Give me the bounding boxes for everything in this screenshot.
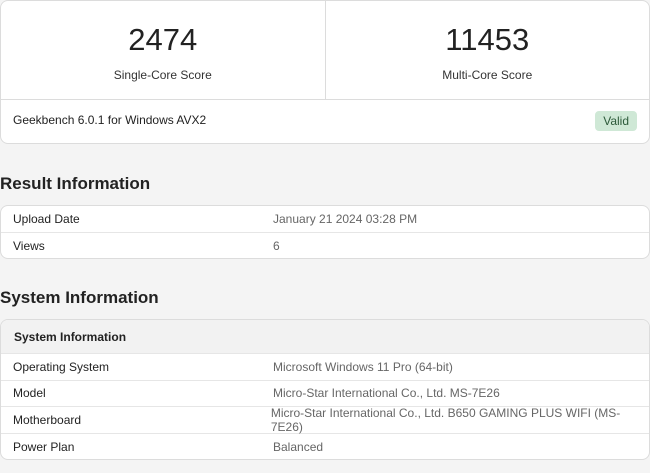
- multi-core-value: 11453: [445, 22, 530, 57]
- row-value: January 21 2024 03:28 PM: [273, 211, 418, 226]
- row-key: Upload Date: [13, 211, 80, 226]
- row-value: Microsoft Windows 11 Pro (64-bit): [273, 359, 453, 374]
- row-key: Views: [13, 238, 45, 253]
- row-value: 6: [273, 238, 280, 253]
- row-key: Motherboard: [13, 412, 82, 427]
- version-text: Geekbench 6.0.1 for Windows AVX2: [13, 113, 207, 127]
- row-value: Micro-Star International Co., Ltd. MS-7E…: [273, 386, 500, 401]
- system-information-table: System Information Operating System Micr…: [0, 319, 650, 460]
- table-row: Operating System Microsoft Windows 11 Pr…: [1, 354, 649, 381]
- table-row: Upload Date January 21 2024 03:28 PM: [1, 206, 649, 233]
- multi-core-score: 11453 Multi-Core Score: [324, 1, 650, 99]
- row-key: Operating System: [13, 359, 110, 374]
- multi-core-label: Multi-Core Score: [442, 68, 533, 82]
- score-card: 2474 Single-Core Score 11453 Multi-Core …: [0, 0, 650, 144]
- version-row: Geekbench 6.0.1 for Windows AVX2 Valid: [1, 100, 649, 143]
- table-row: Motherboard Micro-Star International Co.…: [1, 405, 649, 434]
- result-information-title: Result Information: [0, 174, 151, 193]
- row-value: Balanced: [273, 439, 324, 454]
- table-row: Power Plan Balanced: [1, 434, 649, 460]
- table-header: System Information: [1, 320, 649, 354]
- score-row: 2474 Single-Core Score 11453 Multi-Core …: [1, 1, 649, 100]
- single-core-value: 2474: [128, 22, 198, 57]
- system-information-title: System Information: [0, 288, 159, 307]
- valid-badge: Valid: [595, 111, 637, 131]
- single-core-label: Single-Core Score: [113, 68, 212, 82]
- table-row: Model Micro-Star International Co., Ltd.…: [1, 381, 649, 407]
- row-value: Micro-Star International Co., Ltd. B650 …: [270, 405, 621, 434]
- single-core-score: 2474 Single-Core Score: [1, 1, 325, 99]
- row-key: Model: [13, 386, 46, 401]
- result-information-table: Upload Date January 21 2024 03:28 PM Vie…: [0, 205, 650, 259]
- table-row: Views 6: [1, 233, 649, 259]
- row-key: Power Plan: [13, 439, 75, 454]
